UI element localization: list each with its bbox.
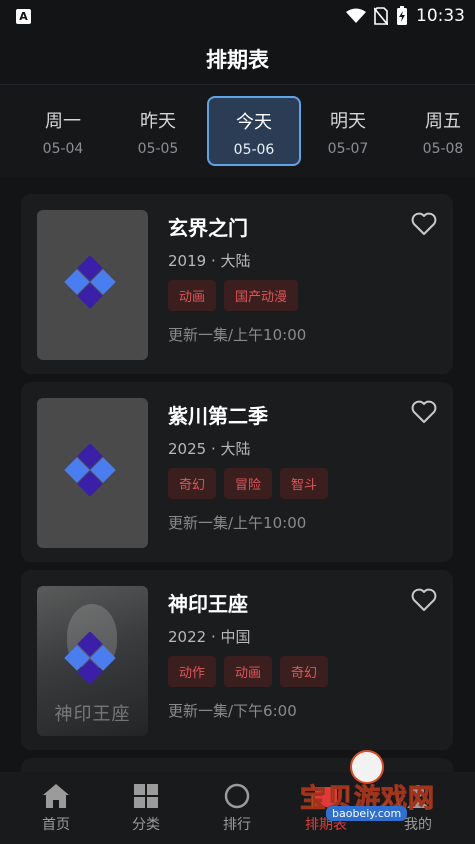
favorite-heart-icon[interactable] <box>411 212 437 236</box>
day-date: 05-05 <box>137 141 179 157</box>
tag: 动画 <box>224 656 273 687</box>
watermark-url: baobeiy.com <box>326 806 408 821</box>
day-name: 周五 <box>425 111 461 132</box>
placeholder-logo-icon <box>64 444 116 497</box>
day-date: 05-08 <box>422 141 464 157</box>
schedule-card[interactable]: 玄界之门 2019 · 大陆 动画 国产动漫 更新一集/上午10:00 <box>21 194 453 374</box>
day-tab-yesterday[interactable]: 昨天 05-05 <box>111 95 205 165</box>
day-name: 昨天 <box>140 111 176 132</box>
home-icon <box>43 784 69 808</box>
tag: 智斗 <box>280 468 329 499</box>
status-time: 10:33 <box>416 6 465 26</box>
tag: 国产动漫 <box>224 280 299 311</box>
card-title: 紫川第二季 <box>168 404 268 428</box>
favorite-heart-icon[interactable] <box>411 588 437 612</box>
status-icons: 10:33 <box>346 6 465 26</box>
placeholder-logo-icon <box>64 256 116 309</box>
day-tab-fri[interactable]: 周五 05-08 <box>396 95 475 165</box>
day-tab-today[interactable]: 今天 05-06 <box>207 96 301 166</box>
tab-category[interactable]: 分类 <box>111 782 181 834</box>
favorite-heart-icon[interactable] <box>411 400 437 424</box>
update-time: 更新一集/上午10:00 <box>168 326 307 344</box>
card-meta: 2022 · 中国 <box>168 628 251 646</box>
poster-caption: 神印王座 <box>54 704 131 725</box>
page-title: 排期表 <box>206 48 269 72</box>
tag-list: 动画 国产动漫 <box>168 280 299 311</box>
day-date: 05-04 <box>42 141 84 157</box>
tab-label: 分类 <box>132 817 160 833</box>
card-meta: 2025 · 大陆 <box>168 440 251 458</box>
ranking-icon <box>224 783 250 809</box>
no-sim-icon <box>374 7 388 25</box>
wifi-icon <box>346 8 366 23</box>
card-meta: 2019 · 大陆 <box>168 252 251 270</box>
tag: 动作 <box>168 656 217 687</box>
battery-charging-icon <box>397 6 407 25</box>
app-notification-icon: A <box>16 9 31 24</box>
date-selector: 周一 05-04 昨天 05-05 今天 05-06 明天 05-07 周五 0… <box>0 85 475 177</box>
card-title: 神印王座 <box>168 592 248 616</box>
card-title: 玄界之门 <box>168 216 248 240</box>
day-name: 今天 <box>236 112 272 133</box>
tag: 奇幻 <box>168 468 217 499</box>
tag: 动画 <box>168 280 217 311</box>
tab-label: 首页 <box>42 817 70 833</box>
grid-icon <box>134 784 158 808</box>
schedule-card[interactable]: 紫川第二季 2025 · 大陆 奇幻 冒险 智斗 更新一集/上午10:00 <box>21 382 453 562</box>
placeholder-logo-icon <box>64 632 116 685</box>
status-bar: A 10:33 <box>0 0 475 34</box>
day-date: 05-06 <box>233 142 275 158</box>
tab-label: 排行 <box>223 817 251 833</box>
day-tab-mon[interactable]: 周一 05-04 <box>16 95 110 165</box>
poster-placeholder <box>37 398 148 548</box>
poster-image: 神印王座 <box>37 586 148 736</box>
schedule-card[interactable]: 神印王座 神印王座 2022 · 中国 动作 动画 奇幻 更新一集/下午6:00 <box>21 570 453 750</box>
tag: 奇幻 <box>280 656 329 687</box>
tag-list: 动作 动画 奇幻 <box>168 656 329 687</box>
day-tab-tomorrow[interactable]: 明天 05-07 <box>301 95 395 165</box>
day-date: 05-07 <box>327 141 369 157</box>
update-time: 更新一集/下午6:00 <box>168 702 297 720</box>
tag: 冒险 <box>224 468 273 499</box>
tab-ranking[interactable]: 排行 <box>202 782 272 834</box>
tag-list: 奇幻 冒险 智斗 <box>168 468 329 499</box>
day-name: 明天 <box>330 111 366 132</box>
update-time: 更新一集/上午10:00 <box>168 514 307 532</box>
poster-placeholder <box>37 210 148 360</box>
tab-home[interactable]: 首页 <box>21 782 91 834</box>
day-name: 周一 <box>45 111 81 132</box>
watermark: 宝贝游戏网 baobeiy.com <box>299 750 450 824</box>
